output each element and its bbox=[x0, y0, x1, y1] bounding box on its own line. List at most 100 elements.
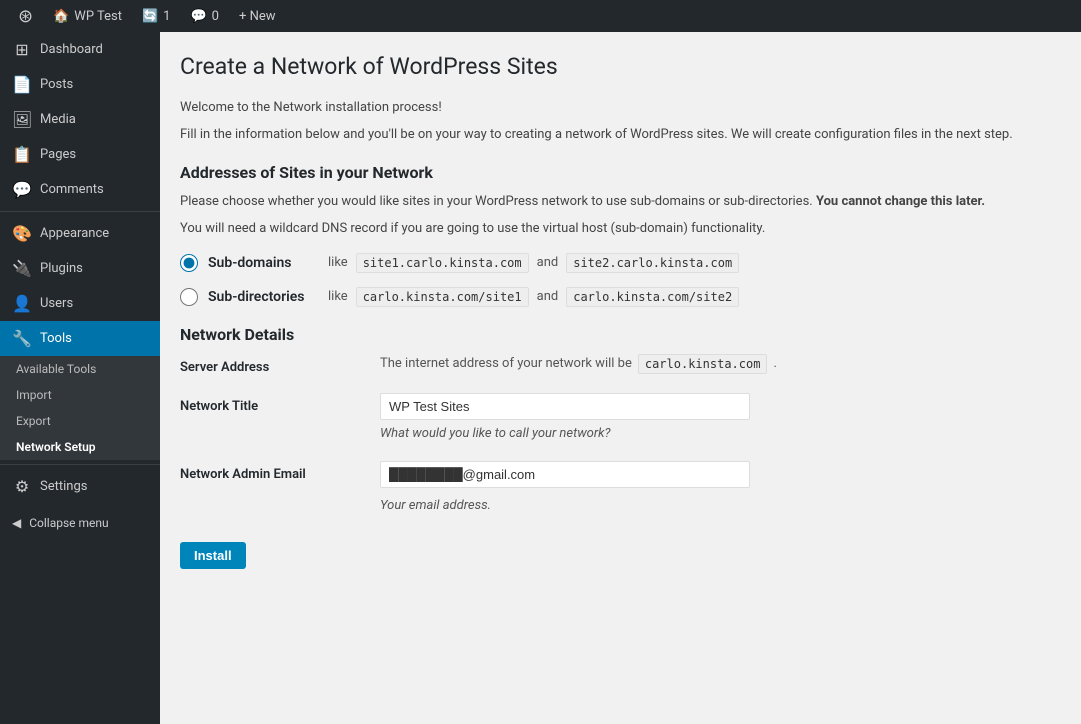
sidebar-label-comments: Comments bbox=[40, 182, 104, 197]
sidebar-label-posts: Posts bbox=[40, 77, 73, 92]
comments-icon: 💬 bbox=[190, 9, 206, 24]
new-content-button[interactable]: + New bbox=[229, 0, 286, 32]
server-address-value: The internet address of your network wil… bbox=[380, 354, 1061, 374]
posts-icon: 📄 bbox=[12, 75, 32, 94]
page-title: Create a Network of WordPress Sites bbox=[180, 52, 1061, 82]
users-icon: 👤 bbox=[12, 294, 32, 313]
comments-count: 0 bbox=[212, 9, 219, 24]
tools-icon: 🔧 bbox=[12, 329, 32, 348]
subdomains-example1: site1.carlo.kinsta.com bbox=[356, 253, 529, 273]
sidebar-label-pages: Pages bbox=[40, 147, 76, 162]
subdomains-example: like site1.carlo.kinsta.com and site2.ca… bbox=[328, 253, 739, 273]
network-type-radio-group: Sub-domains like site1.carlo.kinsta.com … bbox=[180, 253, 1061, 307]
sidebar-item-appearance[interactable]: 🎨 Appearance bbox=[0, 216, 160, 251]
subdomains-and: and bbox=[537, 255, 559, 270]
home-icon: 🏠 bbox=[53, 9, 69, 24]
network-title-field-wrapper: What would you like to call your network… bbox=[380, 393, 1061, 444]
addresses-desc-2: You will need a wildcard DNS record if y… bbox=[180, 219, 1061, 239]
wp-logo-icon: ⊛ bbox=[18, 6, 33, 27]
site-name: WP Test bbox=[74, 9, 122, 24]
wp-logo-button[interactable]: ⊛ bbox=[8, 0, 43, 32]
network-email-hint: Your email address. bbox=[380, 496, 1061, 516]
addresses-desc-1-plain: Please choose whether you would like sit… bbox=[180, 194, 813, 209]
sidebar-item-dashboard[interactable]: ⊞ Dashboard bbox=[0, 32, 160, 67]
intro-text-1: Welcome to the Network installation proc… bbox=[180, 98, 1061, 118]
new-label: + New bbox=[239, 9, 276, 24]
sidebar-label-users: Users bbox=[40, 296, 73, 311]
network-email-input[interactable] bbox=[380, 461, 750, 488]
site-name-button[interactable]: 🏠 WP Test bbox=[43, 0, 132, 32]
sidebar-label-import: Import bbox=[16, 388, 52, 402]
subdirectories-and: and bbox=[537, 289, 559, 304]
network-email-field-wrapper: Your email address. bbox=[380, 461, 1061, 516]
subdirectories-option: Sub-directories like carlo.kinsta.com/si… bbox=[180, 287, 1061, 307]
install-button[interactable]: Install bbox=[180, 542, 246, 569]
media-icon: 🖼 bbox=[12, 110, 32, 129]
server-address-text2: . bbox=[773, 356, 776, 371]
network-title-row: Network Title What would you like to cal… bbox=[180, 393, 1061, 444]
subdomains-label[interactable]: Sub-domains bbox=[208, 255, 318, 271]
sidebar-item-comments[interactable]: 💬 Comments bbox=[0, 172, 160, 207]
intro-text-2: Fill in the information below and you'll… bbox=[180, 125, 1061, 145]
sidebar-label-settings: Settings bbox=[40, 479, 87, 494]
subdomains-example2: site2.carlo.kinsta.com bbox=[566, 253, 739, 273]
sidebar-item-users[interactable]: 👤 Users bbox=[0, 286, 160, 321]
sidebar-item-pages[interactable]: 📋 Pages bbox=[0, 137, 160, 172]
server-address-text1: The internet address of your network wil… bbox=[380, 356, 632, 371]
appearance-icon: 🎨 bbox=[12, 224, 32, 243]
subdirectories-label[interactable]: Sub-directories bbox=[208, 289, 318, 305]
server-address-row: Server Address The internet address of y… bbox=[180, 354, 1061, 375]
plugins-icon: 🔌 bbox=[12, 259, 32, 278]
sidebar-item-import[interactable]: Import bbox=[0, 382, 160, 408]
subdirectories-example1: carlo.kinsta.com/site1 bbox=[356, 287, 529, 307]
sidebar-item-media[interactable]: 🖼 Media bbox=[0, 102, 160, 137]
comments-button[interactable]: 💬 0 bbox=[180, 0, 229, 32]
settings-icon: ⚙ bbox=[12, 477, 32, 496]
sidebar-label-dashboard: Dashboard bbox=[40, 42, 103, 57]
addresses-desc-1-bold: You cannot change this later. bbox=[816, 194, 985, 209]
sidebar-item-tools[interactable]: 🔧 Tools bbox=[0, 321, 160, 356]
sidebar-divider-2 bbox=[0, 464, 160, 465]
subdomains-radio[interactable] bbox=[180, 254, 198, 272]
network-title-label: Network Title bbox=[180, 393, 380, 414]
sidebar-item-available-tools[interactable]: Available Tools bbox=[0, 356, 160, 382]
network-title-input[interactable] bbox=[380, 393, 750, 420]
updates-icon: 🔄 bbox=[142, 9, 158, 24]
sidebar-item-network-setup[interactable]: Network Setup bbox=[0, 434, 160, 460]
sidebar-label-network-setup: Network Setup bbox=[16, 440, 96, 454]
server-address-label: Server Address bbox=[180, 354, 380, 375]
network-details-title: Network Details bbox=[180, 325, 1061, 344]
subdirectories-like: like bbox=[328, 289, 348, 304]
updates-button[interactable]: 🔄 1 bbox=[132, 0, 181, 32]
sidebar-item-settings[interactable]: ⚙ Settings bbox=[0, 469, 160, 504]
network-email-label: Network Admin Email bbox=[180, 461, 380, 482]
subdirectories-example: like carlo.kinsta.com/site1 and carlo.ki… bbox=[328, 287, 739, 307]
sidebar-label-appearance: Appearance bbox=[40, 226, 109, 241]
sidebar-label-export: Export bbox=[16, 414, 51, 428]
sidebar-label-tools: Tools bbox=[40, 331, 72, 346]
server-address-line: The internet address of your network wil… bbox=[380, 354, 1061, 374]
pages-icon: 📋 bbox=[12, 145, 32, 164]
sidebar-divider-1 bbox=[0, 211, 160, 212]
subdirectories-radio[interactable] bbox=[180, 288, 198, 306]
sidebar-label-media: Media bbox=[40, 112, 76, 127]
addresses-section-title: Addresses of Sites in your Network bbox=[180, 163, 1061, 182]
subdomains-option: Sub-domains like site1.carlo.kinsta.com … bbox=[180, 253, 1061, 273]
sidebar-item-export[interactable]: Export bbox=[0, 408, 160, 434]
network-email-row: Network Admin Email Your email address. bbox=[180, 461, 1061, 516]
tools-submenu: Available Tools Import Export Network Se… bbox=[0, 356, 160, 460]
subdirectories-example2: carlo.kinsta.com/site2 bbox=[566, 287, 739, 307]
sidebar-label-available-tools: Available Tools bbox=[16, 362, 96, 376]
comments-nav-icon: 💬 bbox=[12, 180, 32, 199]
sidebar-item-plugins[interactable]: 🔌 Plugins bbox=[0, 251, 160, 286]
addresses-desc-1: Please choose whether you would like sit… bbox=[180, 192, 1061, 212]
updates-count: 1 bbox=[163, 9, 170, 24]
dashboard-icon: ⊞ bbox=[12, 40, 32, 59]
collapse-icon: ◀ bbox=[12, 516, 21, 530]
server-address-code: carlo.kinsta.com bbox=[638, 354, 768, 374]
sidebar-item-posts[interactable]: 📄 Posts bbox=[0, 67, 160, 102]
network-title-hint: What would you like to call your network… bbox=[380, 424, 1061, 444]
subdomains-like: like bbox=[328, 255, 348, 270]
sidebar-label-plugins: Plugins bbox=[40, 261, 83, 276]
collapse-menu-button[interactable]: ◀ Collapse menu bbox=[0, 508, 160, 538]
